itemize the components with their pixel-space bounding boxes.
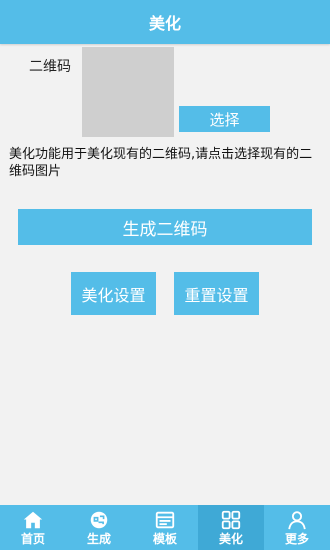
qr-label: 二维码 [29, 59, 71, 75]
tab-more-label: 更多 [284, 532, 309, 546]
tab-template-label: 模板 [152, 532, 177, 546]
tab-home[interactable]: 首页 [0, 505, 66, 550]
bottom-tab-bar: 首页 生成 模板 美化 更多 [0, 505, 330, 550]
tab-template[interactable]: 模板 [132, 505, 198, 550]
generate-icon [90, 511, 108, 529]
tab-generate-label: 生成 [86, 532, 111, 546]
beautify-settings-button[interactable]: 美化设置 [71, 272, 156, 315]
page-title: 美化 [148, 14, 181, 33]
reset-settings-button[interactable]: 重置设置 [174, 272, 259, 315]
tab-more[interactable]: 更多 [264, 505, 330, 550]
select-button[interactable]: 选择 [179, 106, 270, 132]
tab-beautify-label: 美化 [218, 532, 243, 546]
tab-generate[interactable]: 生成 [66, 505, 132, 550]
description-text: 美化功能用于美化现有的二维码,请点击选择现有的二维码图片 [9, 147, 313, 179]
tab-beautify[interactable]: 美化 [198, 505, 264, 550]
template-icon [155, 511, 175, 529]
tab-home-label: 首页 [20, 532, 45, 546]
more-icon [288, 511, 306, 530]
title-bar: 美化 [0, 0, 330, 44]
generate-qr-button[interactable]: 生成二维码 [18, 209, 312, 245]
home-icon [23, 511, 43, 529]
beautify-icon [221, 510, 241, 530]
qr-image-preview[interactable] [82, 47, 174, 137]
